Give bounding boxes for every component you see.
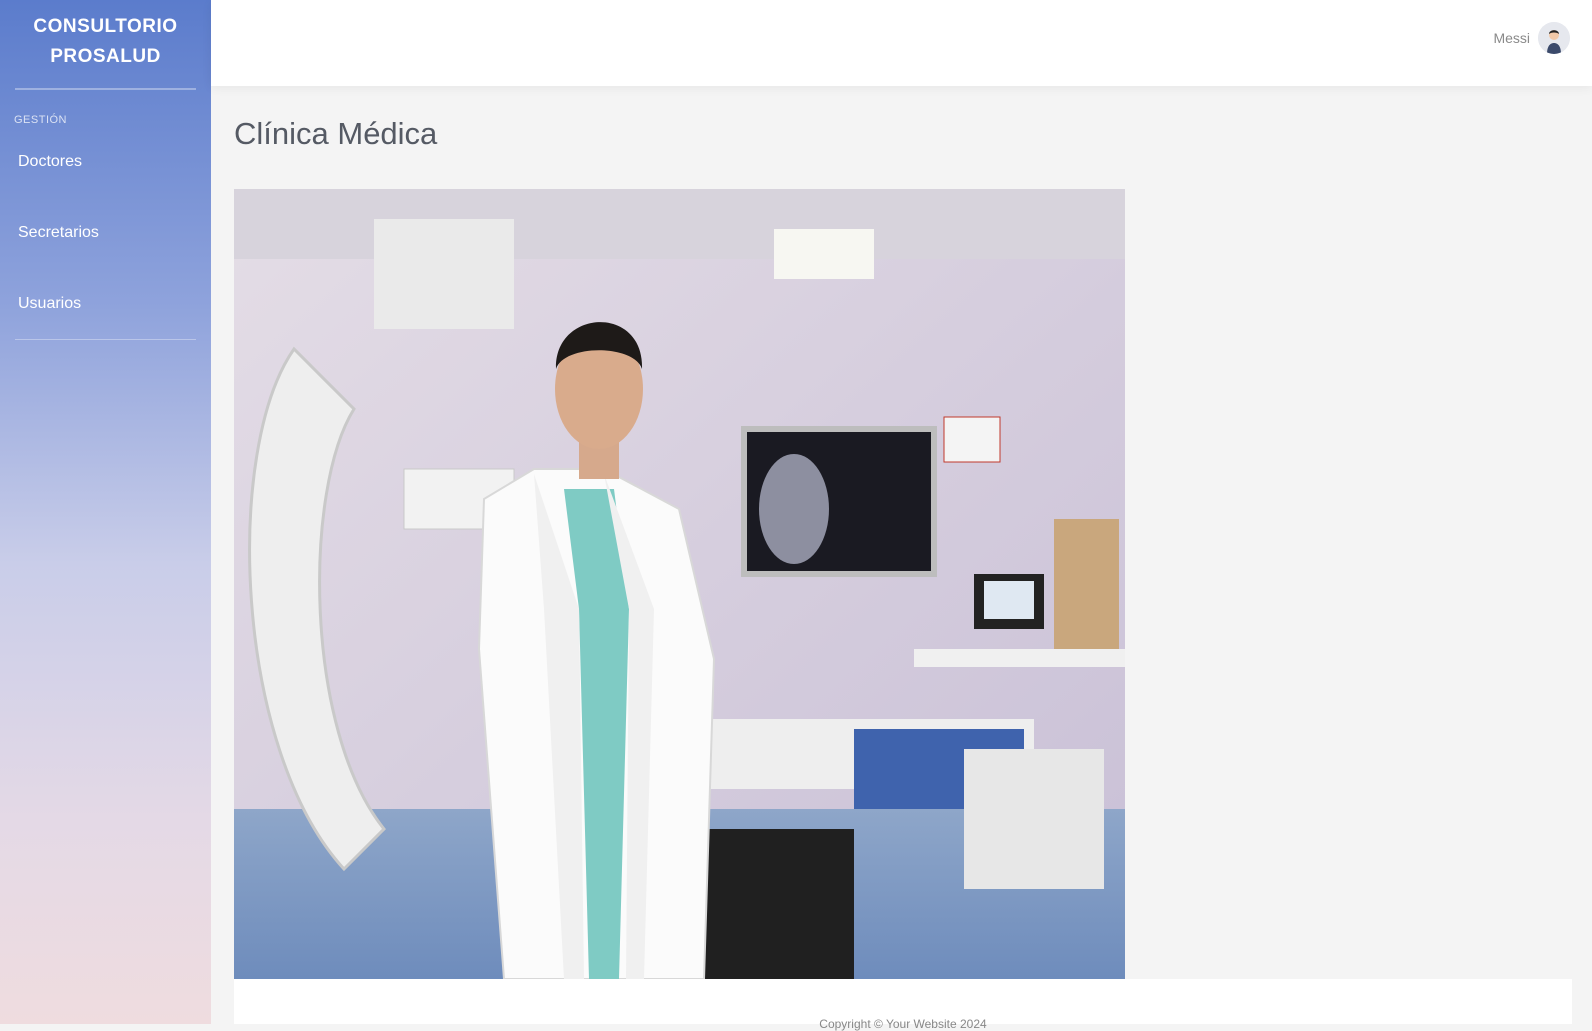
brand-line-1: CONSULTORIO: [33, 16, 178, 37]
sidebar-item-usuarios[interactable]: Usuarios: [0, 268, 211, 339]
user-name: Messi: [1493, 30, 1530, 46]
topbar: Messi: [211, 0, 1592, 86]
brand-logo[interactable]: CONSULTORIO PROSALUD: [0, 0, 211, 72]
doctor-photo: [234, 189, 1125, 979]
footer: Copyright © Your Website 2024: [234, 979, 1572, 1031]
footer-copyright: Copyright © Your Website 2024: [819, 1017, 987, 1031]
sidebar-divider-bottom: [15, 339, 196, 340]
brand-line-2: PROSALUD: [50, 46, 161, 67]
user-avatar-icon[interactable]: [1538, 22, 1570, 54]
main-content: Clínica Médica Copyright © Your Website …: [211, 86, 1592, 1031]
sidebar-section-label: GESTIÓN: [14, 114, 68, 126]
sidebar-item-secretarios[interactable]: Secretarios: [0, 197, 211, 268]
page-title: Clínica Médica: [234, 116, 438, 151]
sidebar: CONSULTORIO PROSALUD GESTIÓN Doctores Se…: [0, 0, 211, 1024]
sidebar-item-doctores[interactable]: Doctores: [0, 126, 211, 197]
user-menu[interactable]: Messi: [1493, 22, 1570, 54]
sidebar-nav: Doctores Secretarios Usuarios: [0, 126, 211, 339]
